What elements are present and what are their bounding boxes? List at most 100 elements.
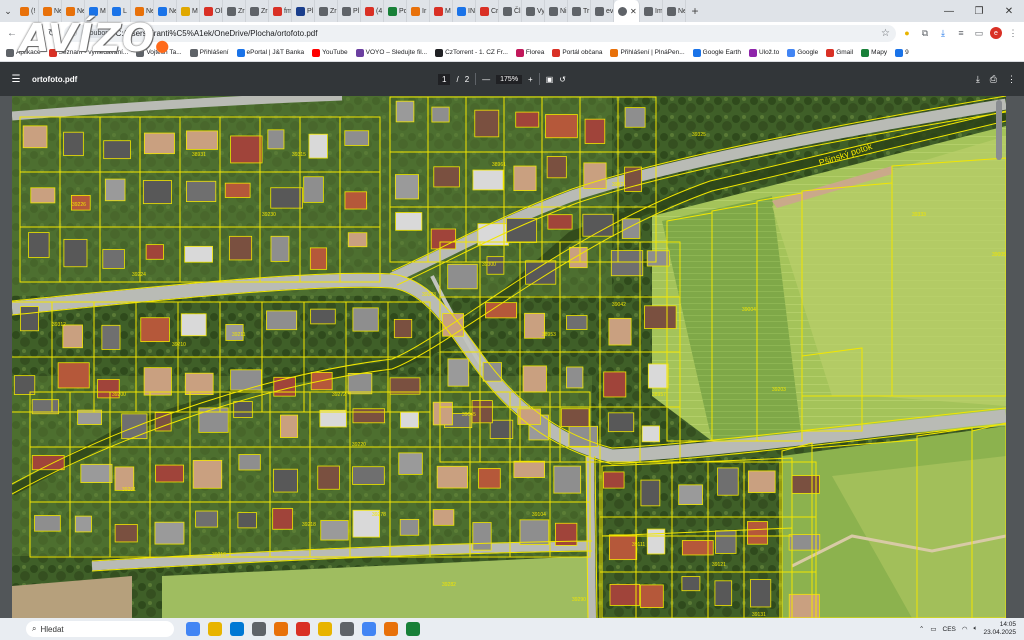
tab[interactable]: fm <box>269 0 292 22</box>
taskbar-app-icon[interactable] <box>274 622 288 636</box>
bookmark-item[interactable]: 9 <box>895 48 909 57</box>
tab-close-icon[interactable]: ✕ <box>630 7 637 16</box>
pdf-viewer[interactable]: 39211 38931 39004 39005 39203 39201 39216 39218… <box>0 96 1024 618</box>
bookmark-item[interactable]: ePortal | J&T Banka <box>236 48 304 57</box>
sidepanel-icon[interactable]: ▭ <box>972 26 986 40</box>
network-icon[interactable]: ▭ <box>930 625 936 633</box>
tab-title: Cr <box>491 7 499 15</box>
taskbar-app-icon[interactable] <box>296 622 310 636</box>
tab[interactable]: Pl <box>292 0 315 22</box>
bookmark-item[interactable]: Google <box>787 48 818 57</box>
more-actions-icon[interactable]: ⋮ <box>1007 74 1016 85</box>
media-icon[interactable]: ≡ <box>954 26 968 40</box>
rotate-icon[interactable]: ↺ <box>559 75 566 84</box>
tab-active[interactable]: ✕ <box>614 0 640 22</box>
bookmark-item[interactable]: Přihlášení | PlnáPen... <box>610 48 685 57</box>
bookmark-favicon-icon <box>312 48 321 57</box>
building <box>432 509 455 526</box>
avatar[interactable]: e <box>990 27 1002 39</box>
tab[interactable]: Vy <box>522 0 545 22</box>
hamburger-menu-icon[interactable]: ☰ <box>0 74 32 85</box>
building <box>228 235 253 261</box>
taskbar-app-icon[interactable] <box>340 622 354 636</box>
tab[interactable]: M <box>430 0 453 22</box>
zoom-out-button[interactable]: — <box>482 75 490 84</box>
bookmark-item[interactable]: Mapy <box>861 48 887 57</box>
taskbar-search[interactable]: ⌕ Hledat <box>26 621 174 637</box>
tab[interactable]: Zr <box>315 0 338 22</box>
fit-page-icon[interactable]: ▣ <box>546 75 554 84</box>
menu-kebab-icon[interactable]: ⋮ <box>1006 26 1020 40</box>
parcel-number: 39226 <box>72 202 86 208</box>
bookmark-item[interactable]: Google Earth <box>692 48 741 57</box>
extension-icon[interactable]: ● <box>900 26 914 40</box>
taskbar-app-icon[interactable] <box>208 622 222 636</box>
taskbar-app-icon[interactable] <box>318 622 332 636</box>
tab-search-button[interactable]: ⌄ <box>0 0 16 22</box>
chevron-up-icon[interactable]: ⌃ <box>919 625 924 633</box>
tab[interactable]: Ne <box>663 0 686 22</box>
bookmark-item[interactable]: Přihlášení <box>189 48 229 57</box>
tab[interactable]: Cr <box>476 0 499 22</box>
parcel-number: 39004 <box>742 307 756 313</box>
building <box>447 358 470 387</box>
new-tab-button[interactable]: + <box>686 0 704 22</box>
bookmark-item[interactable]: YouTube <box>312 48 348 57</box>
tab[interactable]: Pc <box>384 0 407 22</box>
wifi-icon[interactable]: ◠ <box>962 625 968 633</box>
tab[interactable]: Im <box>640 0 663 22</box>
building <box>270 235 290 262</box>
bookmark-item[interactable]: Florea <box>515 48 544 57</box>
building <box>114 524 138 543</box>
clock[interactable]: 14:05 23.04.2025 <box>983 621 1016 637</box>
tab[interactable]: Ir <box>407 0 430 22</box>
building <box>545 114 578 139</box>
tab[interactable]: IN <box>453 0 476 22</box>
tab[interactable]: Pl <box>338 0 361 22</box>
parcel-number: 39220 <box>352 442 366 448</box>
bookmark-star-icon[interactable]: ☆ <box>881 28 890 39</box>
tab[interactable]: Tr <box>568 0 591 22</box>
language-indicator[interactable]: CES <box>943 626 956 633</box>
download-pdf-icon[interactable]: ⤓ <box>976 74 980 85</box>
bookmark-item[interactable]: Gmail <box>826 48 853 57</box>
pdf-page[interactable]: 39211 38931 39004 39005 39203 39201 39216 39218… <box>12 96 1006 618</box>
tabs-after-container: Im Ne <box>640 0 686 22</box>
tab[interactable]: Ol <box>200 0 223 22</box>
tab[interactable]: M <box>177 0 200 22</box>
page-number-input[interactable]: 1 <box>438 73 451 85</box>
tab[interactable]: Zr <box>246 0 269 22</box>
zoom-level-input[interactable]: 175% <box>496 74 523 84</box>
bookmark-item[interactable]: Ulož.to <box>748 48 779 57</box>
minimize-button[interactable]: — <box>934 0 964 22</box>
back-button[interactable]: ← <box>4 25 20 41</box>
tab[interactable]: Zr <box>223 0 246 22</box>
taskbar-app-icon[interactable] <box>406 622 420 636</box>
close-window-button[interactable]: ✕ <box>994 0 1024 22</box>
download-icon[interactable]: ⤓ <box>936 26 950 40</box>
tab-favicon-icon <box>549 6 558 16</box>
tab[interactable]: (4 <box>361 0 384 22</box>
maximize-button[interactable]: ❐ <box>964 0 994 22</box>
building <box>517 408 541 425</box>
building <box>546 156 567 179</box>
taskbar-app-icon[interactable] <box>384 622 398 636</box>
taskbar-app-icon[interactable] <box>252 622 266 636</box>
print-icon[interactable]: ⎙ <box>990 74 997 85</box>
address-bar[interactable]: ⓘ Soubor C:/Users/Franti%C5%A1ek/OneDriv… <box>64 24 896 42</box>
taskbar-app-icon[interactable] <box>362 622 376 636</box>
bookmark-item[interactable]: CzTorrent - 1. CZ Fr... <box>435 48 508 57</box>
bookmark-item[interactable]: VOYO – Sledujte fil... <box>355 48 427 57</box>
bookmark-item[interactable]: Portál občana <box>552 48 602 57</box>
taskbar-app-icon[interactable] <box>230 622 244 636</box>
zoom-in-button[interactable]: + <box>528 75 533 84</box>
tab-favicon-icon <box>204 6 213 16</box>
taskbar-app-icon[interactable] <box>186 622 200 636</box>
puzzle-icon[interactable]: ⧉ <box>918 26 932 40</box>
tab[interactable]: ev <box>591 0 614 22</box>
tab[interactable]: Čl <box>499 0 522 22</box>
tab[interactable]: Ni <box>545 0 568 22</box>
building <box>30 187 56 204</box>
volume-icon[interactable]: 🔈︎ <box>974 625 978 633</box>
vertical-scrollbar[interactable] <box>996 100 1002 160</box>
